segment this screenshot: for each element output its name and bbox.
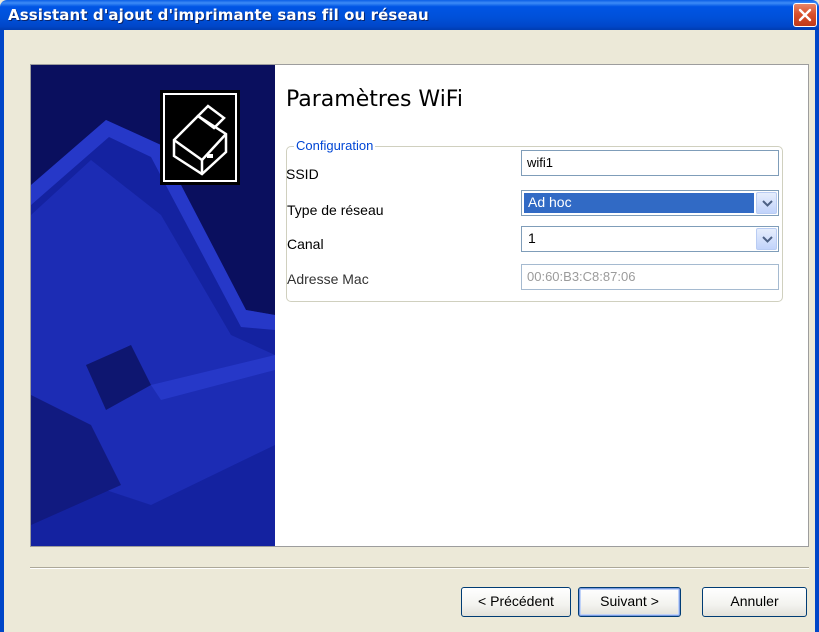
ssid-input[interactable]: wifi1 (521, 150, 779, 176)
next-button[interactable]: Suivant > (578, 587, 681, 617)
cancel-button[interactable]: Annuler (702, 587, 807, 617)
close-icon (798, 8, 812, 22)
network-type-label: Type de réseau (287, 202, 384, 218)
printer-icon (163, 93, 237, 182)
chevron-down-icon (762, 236, 773, 243)
channel-select[interactable]: 1 (521, 226, 779, 252)
button-separator (30, 567, 809, 569)
close-button[interactable] (793, 3, 817, 27)
channel-label: Canal (287, 236, 324, 252)
wizard-content-panel: Paramètres WiFi Configuration SSID wifi1… (30, 64, 809, 547)
page-title: Paramètres WiFi (286, 87, 463, 112)
configuration-groupbox: Configuration SSID wifi1 Type de réseau … (286, 138, 783, 302)
ssid-label: SSID (286, 166, 319, 182)
network-type-dropdown-button[interactable] (756, 192, 777, 214)
network-type-value: Ad hoc (524, 193, 754, 213)
channel-value: 1 (528, 230, 536, 246)
configuration-legend: Configuration (294, 138, 376, 153)
printer-icon-frame (160, 90, 240, 185)
window-title: Assistant d'ajout d'imprimante sans fil … (8, 6, 429, 24)
back-button[interactable]: < Précédent (461, 587, 571, 617)
mac-address-label: Adresse Mac (287, 271, 369, 287)
chevron-down-icon (762, 200, 773, 207)
window-frame-right (815, 30, 819, 632)
window-frame-left (0, 30, 4, 632)
network-type-select[interactable]: Ad hoc (521, 190, 779, 216)
mac-address-field: 00:60:B3:C8:87:06 (521, 264, 779, 290)
title-bar[interactable]: Assistant d'ajout d'imprimante sans fil … (0, 0, 819, 30)
channel-dropdown-button[interactable] (756, 228, 777, 250)
